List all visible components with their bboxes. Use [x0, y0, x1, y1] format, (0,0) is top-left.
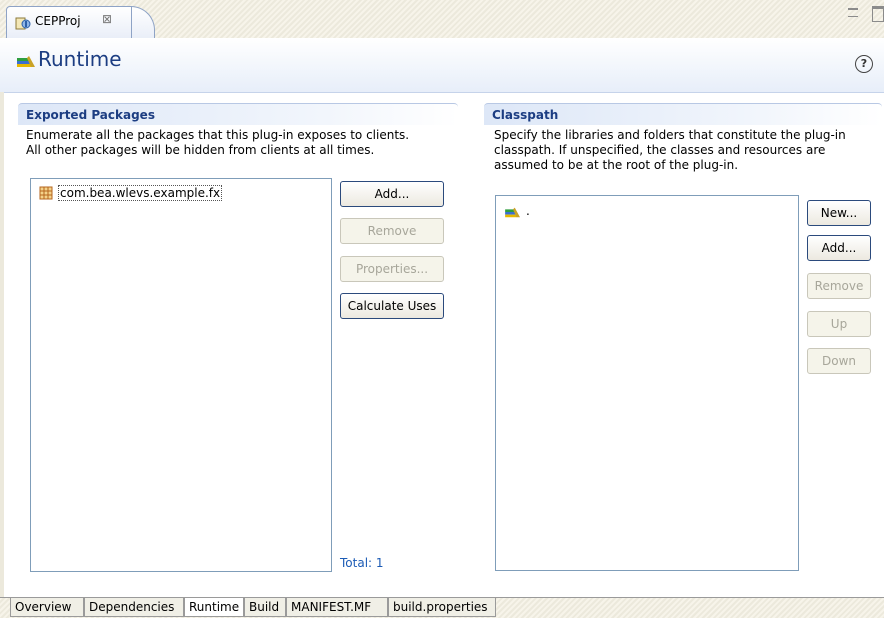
form-header: Runtime ? — [0, 38, 884, 93]
add-library-button[interactable]: Add... — [807, 235, 871, 261]
runtime-books-icon — [17, 56, 35, 67]
remove-library-button[interactable]: Remove — [807, 273, 871, 299]
classpath-header[interactable]: Classpath — [484, 103, 882, 125]
tab-overview[interactable]: Overview — [10, 598, 84, 617]
maximize-icon[interactable] — [872, 6, 884, 22]
classpath-list[interactable]: . — [495, 195, 799, 571]
minimize-icon[interactable] — [848, 8, 858, 17]
classpath-entry: . — [526, 204, 530, 218]
up-button[interactable]: Up — [807, 311, 871, 337]
remove-package-button[interactable]: Remove — [340, 218, 444, 244]
tab-dependencies[interactable]: Dependencies — [84, 598, 184, 617]
help-icon[interactable]: ? — [855, 55, 873, 73]
list-item[interactable]: . — [504, 204, 564, 220]
exported-packages-title: Exported Packages — [26, 108, 155, 122]
classpath-title: Classpath — [492, 108, 559, 122]
close-icon[interactable]: ⊠ — [102, 12, 112, 26]
left-border — [0, 92, 4, 597]
tab-manifest[interactable]: MANIFEST.MF — [286, 598, 388, 617]
tab-build-properties[interactable]: build.properties — [388, 598, 496, 617]
package-icon — [39, 186, 53, 200]
package-name: com.bea.wlevs.example.fx — [58, 185, 223, 201]
exported-packages-list[interactable]: com.bea.wlevs.example.fx — [30, 178, 332, 572]
tab-build[interactable]: Build — [244, 598, 286, 617]
total-count: Total: 1 — [340, 556, 384, 570]
editor-tab-strip: CEPProj ⊠ — [0, 0, 884, 39]
new-library-button[interactable]: New... — [807, 200, 871, 226]
exported-packages-header[interactable]: Exported Packages — [18, 103, 458, 125]
calculate-uses-button[interactable]: Calculate Uses — [340, 293, 444, 319]
tab-runtime[interactable]: Runtime — [184, 598, 244, 617]
editor-tab-label: CEPProj — [35, 14, 81, 28]
classpath-description: Specify the libraries and folders that c… — [494, 128, 846, 173]
down-button[interactable]: Down — [807, 348, 871, 374]
classpath-description-line3: assumed to be at the root of the plug-in… — [494, 158, 739, 172]
classpath-description-line1: Specify the libraries and folders that c… — [494, 128, 846, 142]
plugin-manifest-icon — [15, 17, 31, 30]
page-title: Runtime — [38, 47, 122, 71]
exported-packages-description-line1: Enumerate all the packages that this plu… — [26, 128, 410, 142]
list-item[interactable]: com.bea.wlevs.example.fx — [39, 185, 239, 201]
library-icon — [505, 207, 520, 218]
exported-packages-description-line2: All other packages will be hidden from c… — [26, 143, 375, 157]
classpath-description-line2: classpath. If unspecified, the classes a… — [494, 143, 826, 157]
editor-tab-cepproj[interactable]: CEPProj ⊠ — [6, 6, 132, 38]
page-tabs: Overview Dependencies Runtime Build MANI… — [0, 597, 884, 618]
editor-tab-curve — [128, 6, 155, 39]
exported-packages-description: Enumerate all the packages that this plu… — [26, 128, 409, 158]
add-package-button[interactable]: Add... — [340, 181, 444, 207]
properties-button[interactable]: Properties... — [340, 256, 444, 282]
